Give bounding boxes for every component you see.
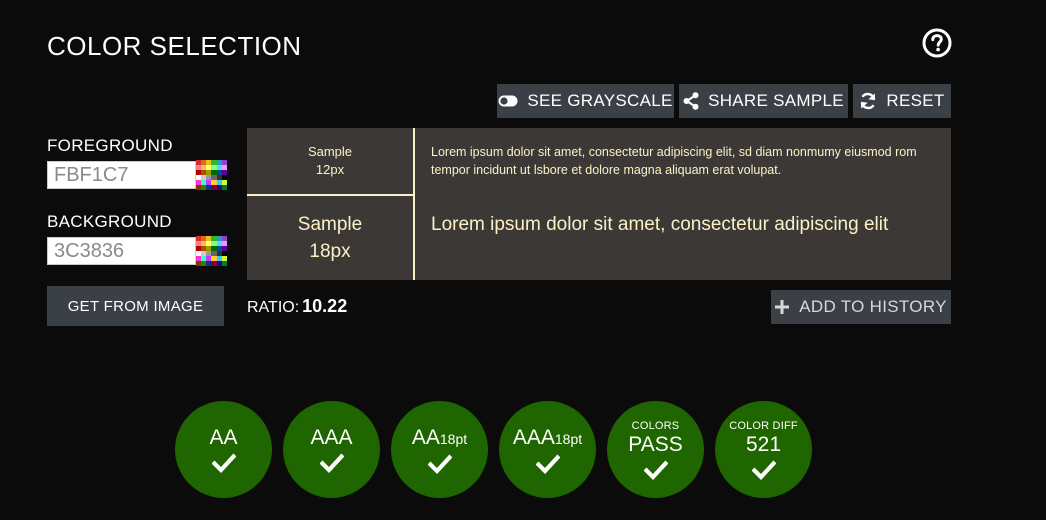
badge-value: AAA <box>310 426 352 450</box>
add-to-history-button[interactable]: ADD TO HISTORY <box>771 290 951 324</box>
sample-preview: Sample 12px Sample 18px Lorem ipsum dolo… <box>247 128 951 280</box>
sample-12px-line1: Sample <box>307 144 353 159</box>
badge-main-text: AA <box>411 425 440 449</box>
badge-value: 521 <box>746 433 781 457</box>
contrast-ratio: RATIO: 10.22 <box>247 296 347 317</box>
sample-18px-label: Sample 18px <box>247 196 413 280</box>
reset-button[interactable]: RESET <box>853 84 951 118</box>
check-icon <box>427 454 452 474</box>
sample-divider-horizontal <box>247 194 415 196</box>
refresh-icon <box>861 92 876 110</box>
plus-icon <box>775 300 790 314</box>
check-icon <box>319 453 344 473</box>
sample-divider-vertical <box>413 128 415 280</box>
badge-main-text: AA <box>209 426 238 449</box>
palette-swatch <box>221 261 227 266</box>
result-badge: AAA18pt <box>499 401 596 498</box>
badge-value: AA <box>209 426 237 450</box>
sample-12px-label: Sample 12px <box>247 128 413 194</box>
badge-value: AA18pt <box>412 426 467 451</box>
ratio-value: 10.22 <box>302 296 348 316</box>
sample-text-12px: Lorem ipsum dolor sit amet, consectetur … <box>431 145 917 177</box>
result-badge: COLOR DIFF 521 <box>715 401 812 498</box>
reset-label: RESET <box>886 91 945 110</box>
background-palette-icon[interactable] <box>196 236 227 266</box>
background-input[interactable] <box>47 237 196 265</box>
sample-12px-line2: 12px <box>315 162 345 177</box>
foreground-label: FOREGROUND <box>47 136 173 155</box>
page-title: COLOR SELECTION <box>47 31 302 61</box>
share-sample-button[interactable]: SHARE SAMPLE <box>679 84 848 118</box>
add-to-history-label: ADD TO HISTORY <box>799 297 947 316</box>
result-badge: COLORS PASS <box>607 401 704 498</box>
check-icon <box>643 460 668 480</box>
background-label: BACKGROUND <box>47 212 172 231</box>
badge-main-text: 521 <box>745 432 782 456</box>
badge-caption: COLORS <box>631 419 680 432</box>
result-badge: AA <box>175 401 272 498</box>
badge-main-text: AAA <box>512 425 555 449</box>
badge-caption: COLOR DIFF <box>729 419 798 432</box>
sample-text-18px: Lorem ipsum dolor sit amet, consectetur … <box>431 214 889 235</box>
palette-swatch <box>221 185 227 190</box>
see-grayscale-button[interactable]: SEE GRAYSCALE <box>497 84 674 118</box>
foreground-palette-icon[interactable] <box>196 160 227 190</box>
badge-value: AAA18pt <box>513 426 582 451</box>
ratio-label: RATIO: <box>247 299 300 316</box>
check-icon <box>211 453 236 473</box>
share-sample-label: SHARE SAMPLE <box>708 91 844 110</box>
check-icon <box>535 454 560 474</box>
question-circle-icon[interactable] <box>922 28 952 58</box>
badge-main-text: AAA <box>310 426 353 449</box>
result-badge: AAA <box>283 401 380 498</box>
result-badge: AA18pt <box>391 401 488 498</box>
sample-18px-line2: 18px <box>309 241 351 262</box>
sample-18px-line1: Sample <box>297 214 363 235</box>
badge-main-text: PASS <box>628 432 683 456</box>
get-from-image-button[interactable]: GET FROM IMAGE <box>47 286 224 326</box>
badge-value: PASS <box>628 433 682 457</box>
foreground-input[interactable] <box>47 161 196 189</box>
badge-sub-text: 18pt <box>439 430 468 447</box>
see-grayscale-label: SEE GRAYSCALE <box>527 91 673 110</box>
check-icon <box>751 460 776 480</box>
toggle-icon <box>498 95 518 107</box>
badge-sub-text: 18pt <box>554 430 583 447</box>
share-icon <box>683 92 699 110</box>
